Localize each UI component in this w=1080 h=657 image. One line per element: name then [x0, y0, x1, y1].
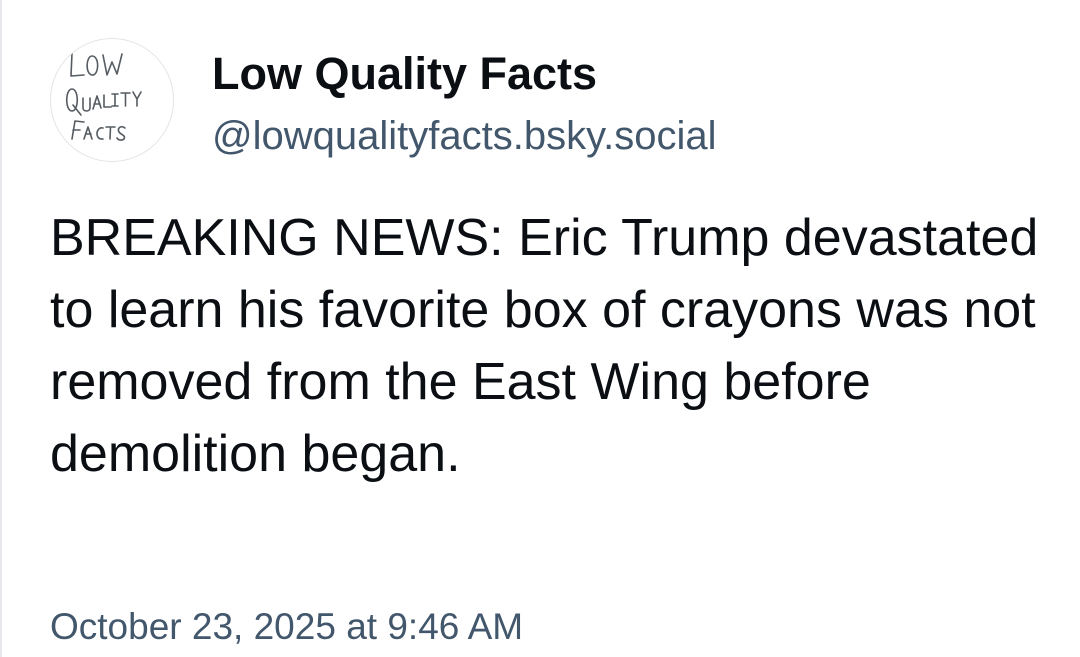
- post-text: BREAKING NEWS: Eric Trump devastated to …: [50, 209, 1039, 483]
- avatar[interactable]: [50, 38, 174, 162]
- low-quality-facts-logo-icon: [65, 52, 142, 141]
- post-timestamp[interactable]: October 23, 2025 at 9:46 AM: [50, 603, 523, 651]
- author-handle[interactable]: @lowqualityfacts.bsky.social: [212, 110, 717, 162]
- author-display-name[interactable]: Low Quality Facts: [212, 46, 597, 102]
- post-card: Low Quality Facts @lowqualityfacts.bsky.…: [0, 0, 1080, 657]
